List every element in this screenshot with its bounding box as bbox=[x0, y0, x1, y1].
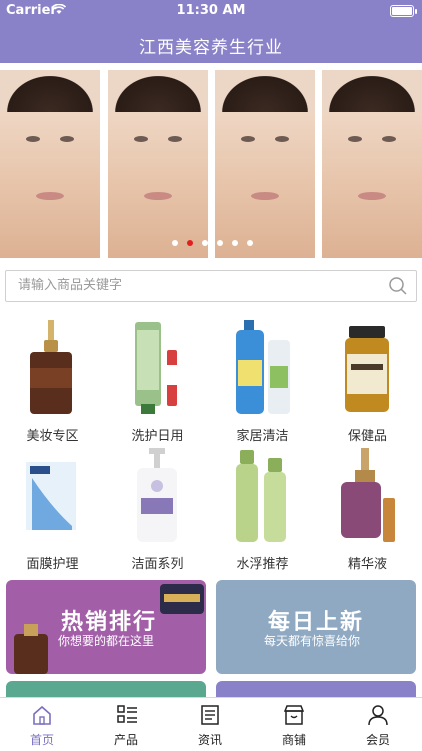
product-thumbnail-icon bbox=[160, 584, 204, 614]
carousel-dot[interactable] bbox=[202, 240, 208, 246]
clock: 11:30 AM bbox=[176, 3, 246, 18]
tab-label: 资讯 bbox=[197, 733, 222, 747]
detergent-icon bbox=[236, 320, 290, 414]
banner-face-image bbox=[215, 70, 315, 258]
category-label: 家居清洁 bbox=[236, 429, 289, 444]
top-bar: Carrier 11:30 AM 江西美容养生行业 bbox=[0, 0, 422, 63]
hot-ranking-card[interactable]: 热销排行 你想要的都在这里 bbox=[6, 580, 206, 674]
banner-face-image bbox=[108, 70, 208, 258]
category-label: 美妆专区 bbox=[26, 429, 79, 444]
carousel-dot[interactable] bbox=[187, 240, 193, 246]
banner-face-image bbox=[322, 70, 422, 258]
tube-icon bbox=[135, 322, 177, 414]
face-mask-icon bbox=[26, 462, 76, 530]
category-item-household[interactable]: 家居清洁 bbox=[210, 315, 315, 444]
category-item-mask[interactable]: 面膜护理 bbox=[0, 443, 105, 572]
tab-store[interactable]: 商铺 bbox=[252, 698, 336, 751]
grid-list-icon bbox=[117, 705, 137, 723]
category-item-health[interactable]: 保健品 bbox=[315, 315, 420, 444]
tab-bar: 首页 产品 资讯 商铺 会员 bbox=[0, 697, 422, 751]
user-icon bbox=[368, 705, 388, 726]
daily-new-card[interactable]: 每日上新 每天都有惊喜给你 bbox=[216, 580, 416, 674]
news-icon bbox=[201, 705, 219, 725]
tab-home[interactable]: 首页 bbox=[0, 698, 84, 751]
category-label: 面膜护理 bbox=[26, 557, 79, 572]
perfume-bottle-icon bbox=[341, 448, 395, 542]
search-icon[interactable] bbox=[388, 276, 408, 296]
pump-bottle-icon bbox=[137, 448, 177, 542]
toner-bottles-icon bbox=[236, 450, 286, 542]
tab-label: 商铺 bbox=[281, 733, 306, 747]
category-label: 水浮推荐 bbox=[236, 557, 289, 572]
carousel-dot[interactable] bbox=[172, 240, 178, 246]
category-item-makeup[interactable]: 美妆专区 bbox=[0, 315, 105, 444]
carousel-pagination[interactable] bbox=[172, 240, 253, 248]
carousel-dot[interactable] bbox=[247, 240, 253, 246]
promo-subtitle: 每天都有惊喜给你 bbox=[264, 634, 361, 648]
tab-products[interactable]: 产品 bbox=[84, 698, 168, 751]
tab-label: 首页 bbox=[29, 733, 54, 747]
banner-face-image bbox=[0, 70, 100, 258]
tab-label: 会员 bbox=[365, 733, 390, 747]
status-bar: Carrier 11:30 AM bbox=[0, 0, 422, 22]
promo-subtitle: 你想要的都在这里 bbox=[58, 634, 155, 648]
supplement-jar-icon bbox=[345, 326, 389, 412]
category-item-toner[interactable]: 水浮推荐 bbox=[210, 443, 315, 572]
tab-member[interactable]: 会员 bbox=[336, 698, 420, 751]
product-thumbnail-icon bbox=[14, 624, 48, 674]
store-icon bbox=[284, 705, 304, 725]
category-item-washcare[interactable]: 洗护日用 bbox=[105, 315, 210, 444]
category-item-cleanser[interactable]: 洁面系列 bbox=[105, 443, 210, 572]
tab-label: 产品 bbox=[113, 733, 138, 747]
carousel-dot[interactable] bbox=[232, 240, 238, 246]
category-label: 保健品 bbox=[347, 429, 387, 444]
category-item-essence[interactable]: 精华液 bbox=[315, 443, 420, 572]
home-icon bbox=[33, 705, 51, 725]
banner-carousel[interactable] bbox=[0, 63, 422, 258]
page-title: 江西美容养生行业 bbox=[139, 38, 283, 58]
serum-bottle-icon bbox=[30, 320, 72, 414]
search-input[interactable] bbox=[16, 277, 380, 294]
carousel-dot[interactable] bbox=[217, 240, 223, 246]
tab-news[interactable]: 资讯 bbox=[168, 698, 252, 751]
category-label: 洁面系列 bbox=[131, 557, 184, 572]
search-bar[interactable] bbox=[5, 270, 417, 302]
category-label: 洗护日用 bbox=[131, 429, 184, 444]
battery-icon bbox=[390, 5, 417, 17]
category-label: 精华液 bbox=[347, 557, 387, 572]
